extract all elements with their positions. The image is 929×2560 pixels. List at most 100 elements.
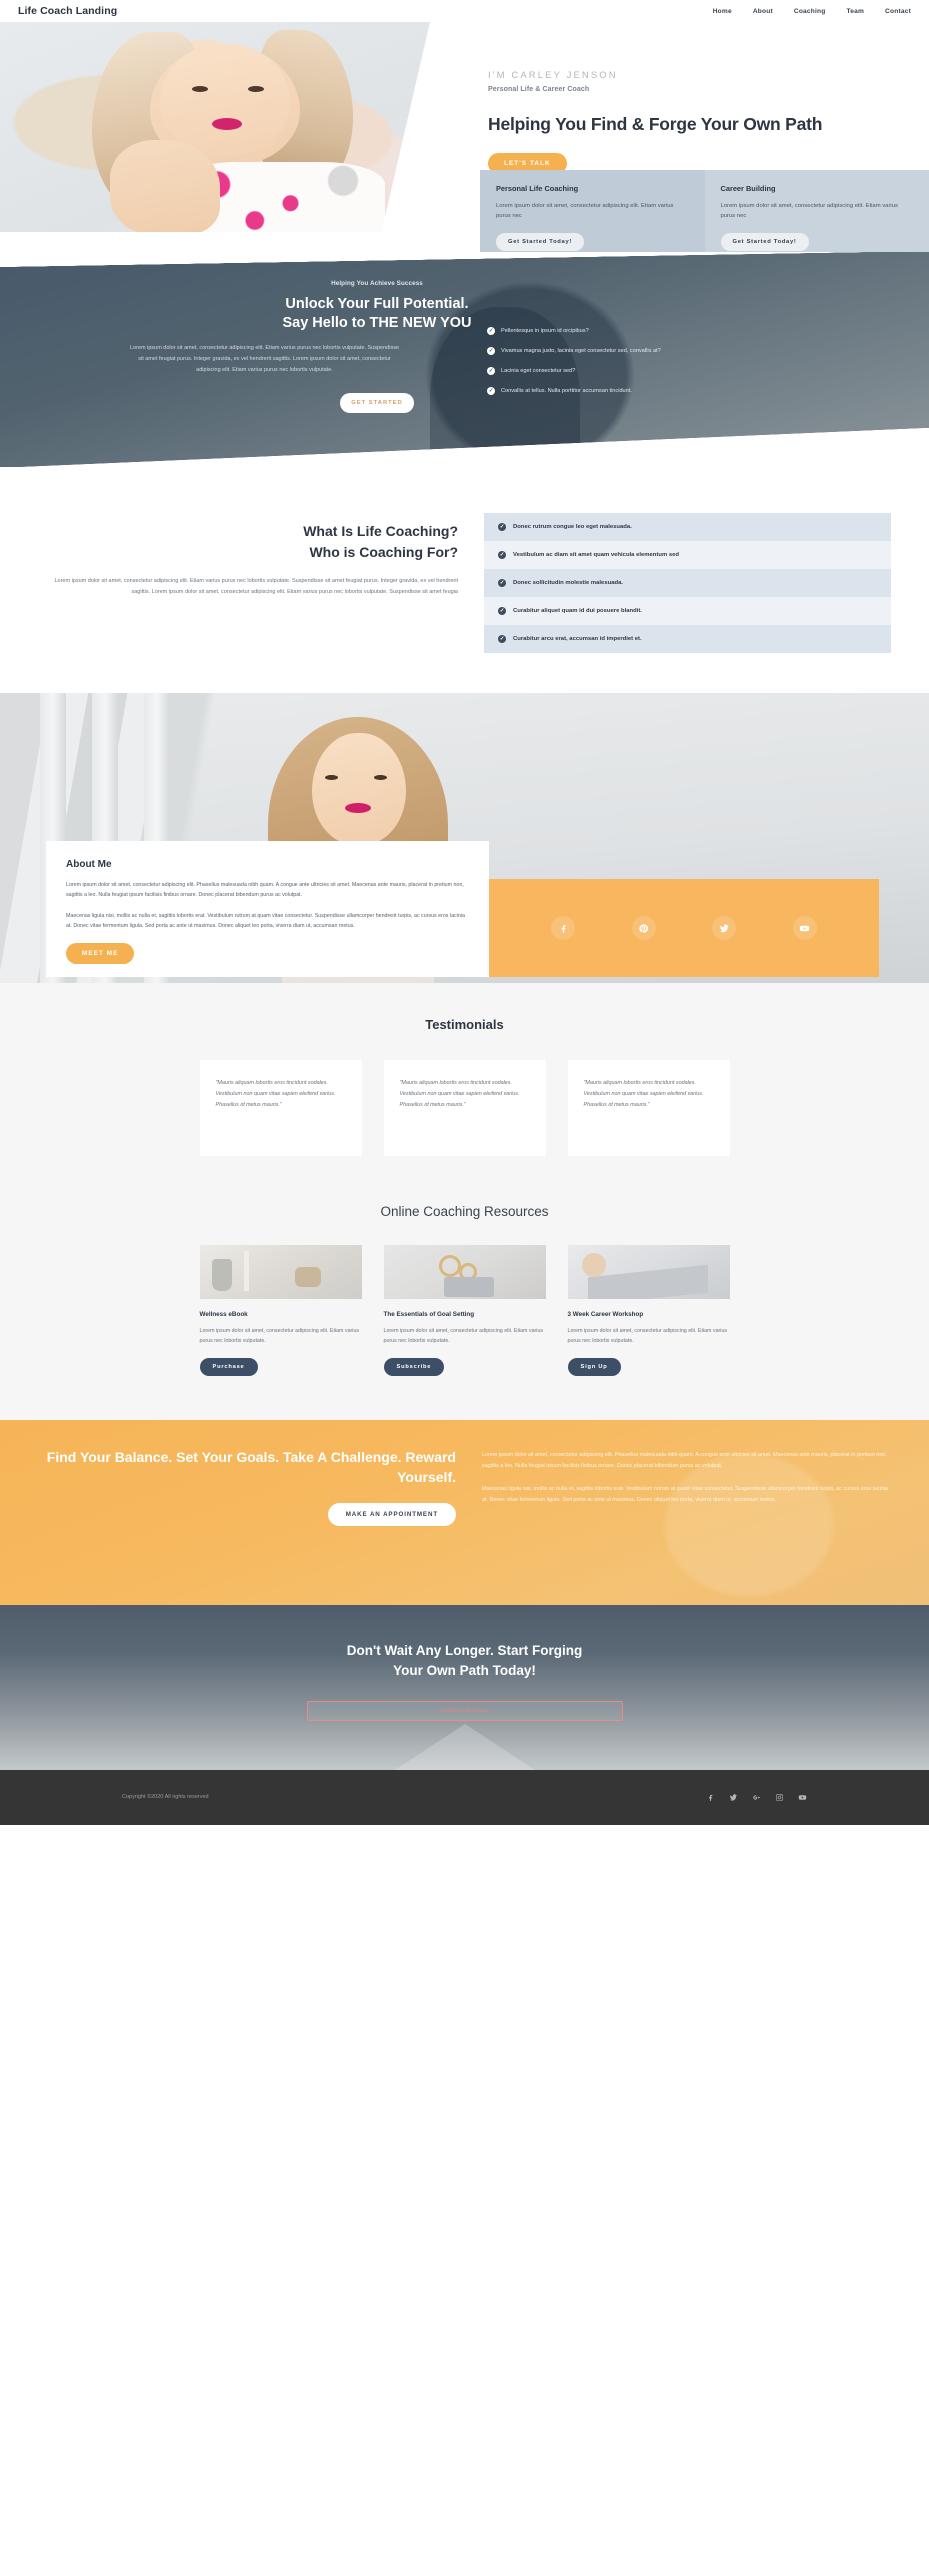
checklist-item: ✓ Vivamus magna justo, lacinia eget conse… [487, 347, 887, 355]
panel-row: ✓ Donec sollicitudin molestie malesuada. [484, 569, 891, 597]
unlock-heading-line2: Say Hello to THE NEW YOU [282, 315, 472, 332]
brand-logo[interactable]: Life Coach Landing [18, 5, 117, 17]
orange-cta-heading: Find Your Balance. Set Your Goals. Take … [46, 1448, 456, 1485]
facebook-icon[interactable] [706, 1793, 715, 1802]
what-heading-line2: Who is Coaching For? [309, 544, 458, 560]
nav-item-coaching[interactable]: Coaching [794, 8, 826, 15]
mountain-shape [394, 1723, 535, 1770]
sign-up-button[interactable]: Sign Up [567, 1357, 621, 1376]
final-cta-section: Don't Wait Any Longer. Start Forging You… [0, 1604, 929, 1770]
check-circle-icon: ✓ [498, 523, 506, 531]
testimonial-quote: "Mauris aliquam lobortis eros tincidunt … [215, 1080, 336, 1109]
checklist-label: Vivamus magna justo, lacinia eget consec… [501, 348, 661, 354]
meet-me-button[interactable]: MEET ME [66, 943, 135, 965]
service-card-title: Career Building [720, 184, 776, 193]
check-circle-icon: ✓ [498, 635, 506, 643]
service-card-text: Lorem ipsum dolor sit amet, consectetur … [496, 203, 674, 220]
resource-card-wellness-ebook: Wellness eBook Lorem ipsum dolor sit ame… [199, 1245, 362, 1376]
what-checklist-panel: ✓ Donec rutrum congue leo eget malesuada.… [484, 513, 891, 653]
testimonial-quote: "Mauris aliquam lobortis eros tincidunt … [399, 1080, 520, 1109]
check-circle-icon: ✓ [487, 347, 495, 355]
check-circle-icon: ✓ [487, 367, 495, 375]
panel-row-label: Curabitur aliquet quam id dui posuere bl… [513, 608, 642, 614]
subscribe-button[interactable]: Subscribe [383, 1357, 445, 1376]
resource-title: The Essentials of Goal Setting [383, 1311, 475, 1318]
resources-list: Wellness eBook Lorem ipsum dolor sit ame… [0, 1245, 929, 1376]
service-card-career-building: Career Building Lorem ipsum dolor sit am… [704, 170, 929, 252]
hero-service-cards: Personal Life Coaching Lorem ipsum dolor… [480, 170, 929, 252]
site-header: Life Coach Landing Home About Coaching T… [0, 0, 929, 22]
unlock-bottom-slant [0, 428, 929, 467]
resource-title: 3 Week Career Workshop [567, 1311, 644, 1318]
get-started-today-button-1[interactable]: Get Started Today! [496, 232, 585, 251]
main-navigation: Home About Coaching Team Contact [713, 8, 911, 15]
pinterest-icon[interactable] [631, 916, 656, 940]
testimonial-card: "Mauris aliquam lobortis eros tincidunt … [567, 1060, 730, 1156]
what-is-coaching-section: What Is Life Coaching? Who is Coaching F… [0, 467, 929, 693]
testimonial-card: "Mauris aliquam lobortis eros tincidunt … [199, 1060, 362, 1156]
youtube-icon[interactable] [792, 916, 817, 940]
nav-item-contact[interactable]: Contact [885, 8, 911, 15]
panel-row: ✓ Donec rutrum congue leo eget malesuada. [484, 513, 891, 541]
check-circle-icon: ✓ [487, 327, 495, 335]
testimonial-quote: "Mauris aliquam lobortis eros tincidunt … [583, 1080, 704, 1109]
testimonials-list: "Mauris aliquam lobortis eros tincidunt … [0, 1060, 929, 1156]
panel-row: ✓ Curabitur arcu erat, accumsan id imperd… [484, 625, 891, 653]
panel-row-label: Vestibulum ac diam sit amet quam vehicul… [513, 552, 679, 558]
resource-thumbnail [383, 1245, 546, 1299]
twitter-icon[interactable] [712, 916, 737, 940]
resource-text: Lorem ipsum dolor sit amet, consectetur … [383, 1328, 544, 1345]
footer-social-links [706, 1793, 807, 1802]
hero-section: I'M CARLEY JENSON Personal Life & Career… [0, 22, 929, 252]
nav-item-about[interactable]: About [753, 8, 773, 15]
get-started-today-button-2[interactable]: Get Started Today! [720, 232, 809, 251]
instagram-icon[interactable] [775, 1793, 784, 1802]
check-circle-icon: ✓ [498, 607, 506, 615]
unlock-potential-section: Helping You Achieve Success Unlock Your … [0, 252, 929, 467]
hero-subtitle: Personal Life & Career Coach [488, 86, 590, 93]
unlock-kicker: Helping You Achieve Success [331, 280, 423, 287]
about-paragraph-2: Maecenas ligula nisi, mollis ac nulla et… [66, 912, 465, 929]
get-started-button[interactable]: GET STARTED [340, 393, 414, 414]
service-card-personal-life-coaching: Personal Life Coaching Lorem ipsum dolor… [480, 170, 705, 252]
check-circle-icon: ✓ [498, 551, 506, 559]
purchase-button[interactable]: Purchase [199, 1357, 258, 1376]
google-plus-icon[interactable] [752, 1793, 761, 1802]
final-cta-heading-line2: Your Own Path Today! [393, 1662, 536, 1678]
unlock-checklist: ✓ Pellentesque in ipsum id orcipibus? ✓ Vi… [487, 327, 887, 407]
landing-page: Life Coach Landing Home About Coaching T… [0, 0, 929, 2560]
panel-row: ✓ Vestibulum ac diam sit amet quam vehicu… [484, 541, 891, 569]
unlock-heading-line1: Unlock Your Full Potential. [285, 296, 469, 312]
about-heading: About Me [66, 859, 112, 870]
orange-cta-background-figure [599, 1429, 899, 1605]
resource-thumbnail [567, 1245, 730, 1299]
resource-text: Lorem ipsum dolor sit amet, consectetur … [199, 1328, 360, 1345]
checklist-label: Pellentesque in ipsum id orcipibus? [501, 328, 589, 334]
check-circle-icon: ✓ [487, 387, 495, 395]
service-card-text: Lorem ipsum dolor sit amet, consectetur … [720, 203, 898, 220]
hero-kicker: I'M CARLEY JENSON [488, 70, 618, 81]
footer-copyright: Copyright ©2020 All rights reserved [122, 1794, 209, 1801]
testimonials-title: Testimonials [425, 1017, 504, 1032]
resources-title: Online Coaching Resources [380, 1204, 549, 1219]
nav-item-home[interactable]: Home [713, 8, 732, 15]
site-footer: Copyright ©2020 All rights reserved [0, 1769, 929, 1825]
make-an-appointment-button[interactable]: MAKE AN APPOINTMENT [327, 1503, 456, 1527]
nav-item-team[interactable]: Team [847, 8, 865, 15]
final-cta-heading: Don't Wait Any Longer. Start Forging You… [0, 1605, 929, 1681]
checklist-item: ✓ Lacinia eget consectetur sed? [487, 367, 887, 375]
panel-row-label: Donec rutrum congue leo eget malesuada. [513, 524, 632, 530]
panel-row-label: Donec sollicitudin molestie malesuada. [513, 580, 623, 586]
resource-card-career-workshop: 3 Week Career Workshop Lorem ipsum dolor… [567, 1245, 730, 1376]
facebook-icon[interactable] [551, 916, 576, 940]
service-card-title: Personal Life Coaching [496, 184, 579, 193]
about-section: About Me Lorem ipsum dolor sit amet, con… [0, 693, 929, 983]
what-heading-line1: What Is Life Coaching? [303, 523, 458, 539]
twitter-icon[interactable] [729, 1793, 738, 1802]
resource-text: Lorem ipsum dolor sit amet, consectetur … [567, 1328, 728, 1345]
resources-section: Online Coaching Resources Wellness eBook… [0, 1186, 929, 1420]
checklist-label: Convallis at tellus. Nulla porttitor acc… [501, 388, 632, 394]
resource-card-goal-setting: The Essentials of Goal Setting Lorem ips… [383, 1245, 546, 1376]
what-paragraph: Lorem ipsum dolor sit amet, consectetur … [54, 578, 458, 595]
youtube-icon[interactable] [798, 1793, 807, 1802]
